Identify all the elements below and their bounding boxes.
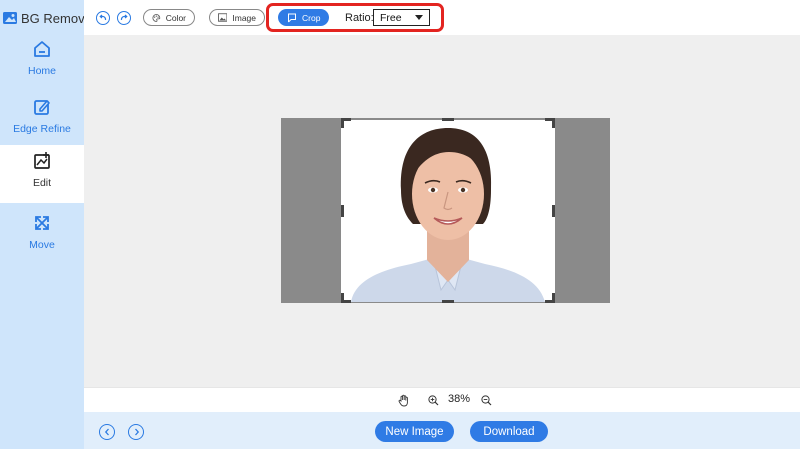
pencil-edit-icon: [34, 100, 50, 115]
redo-icon: [120, 14, 128, 21]
zoom-level: 38%: [448, 393, 471, 405]
crop-handle-bottom-left-v[interactable]: [341, 293, 344, 303]
new-image-label: New Image: [385, 425, 444, 438]
sidebar: BG Remover Home Edge Refine Edit Move: [0, 0, 96, 449]
previous-button[interactable]: [99, 424, 115, 440]
sidebar-item-edge-refine[interactable]: Edge Refine: [0, 91, 84, 149]
crop-edit-icon: [34, 152, 50, 169]
crop-handle-right-middle[interactable]: [552, 205, 555, 217]
chevron-left-icon: [104, 428, 109, 436]
crop-handle-top-right-v[interactable]: [552, 118, 555, 128]
hand-pan-icon[interactable]: [398, 394, 410, 407]
app-logo: BG Remover: [2, 9, 96, 27]
undo-button[interactable]: [96, 11, 110, 25]
crop-handle-left-middle[interactable]: [341, 205, 344, 217]
palette-icon: [152, 13, 161, 22]
image-icon: [218, 13, 228, 22]
zoom-in-icon[interactable]: [428, 395, 439, 406]
color-button-label: Color: [165, 12, 186, 23]
redo-button[interactable]: [117, 11, 131, 25]
crop-handle-top-middle[interactable]: [442, 118, 454, 121]
sidebar-item-label: Home: [27, 65, 56, 77]
download-label: Download: [483, 425, 535, 438]
portrait-photo[interactable]: [341, 120, 555, 302]
crop-handle-bottom-right-v[interactable]: [552, 293, 555, 303]
sidebar-item-label: Edit: [32, 177, 52, 189]
zoom-bar: [84, 387, 800, 413]
next-button[interactable]: [128, 424, 144, 440]
sidebar-item-move[interactable]: Move: [0, 207, 84, 265]
zoom-out-icon[interactable]: [481, 395, 492, 406]
chevron-right-icon: [134, 428, 139, 436]
image-button-label: Image: [232, 12, 256, 23]
move-arrows-icon: [35, 216, 49, 230]
sidebar-item-home[interactable]: Home: [0, 33, 84, 91]
image-logo-icon: [3, 12, 17, 24]
portrait-image: [351, 128, 545, 302]
sidebar-item-edit[interactable]: Edit: [0, 145, 84, 203]
color-button[interactable]: Color: [143, 9, 195, 26]
crop-handle-top-left-v[interactable]: [341, 118, 344, 128]
crop-ratio-highlight-box: [266, 3, 444, 32]
home-icon: [34, 41, 50, 57]
sidebar-item-label: Move: [29, 239, 55, 251]
download-button[interactable]: Download: [470, 421, 548, 442]
crop-handle-bottom-middle[interactable]: [442, 300, 454, 303]
undo-icon: [99, 14, 107, 21]
sidebar-item-label: Edge Refine: [13, 123, 71, 135]
image-button[interactable]: Image: [209, 9, 265, 26]
new-image-button[interactable]: New Image: [375, 421, 454, 442]
